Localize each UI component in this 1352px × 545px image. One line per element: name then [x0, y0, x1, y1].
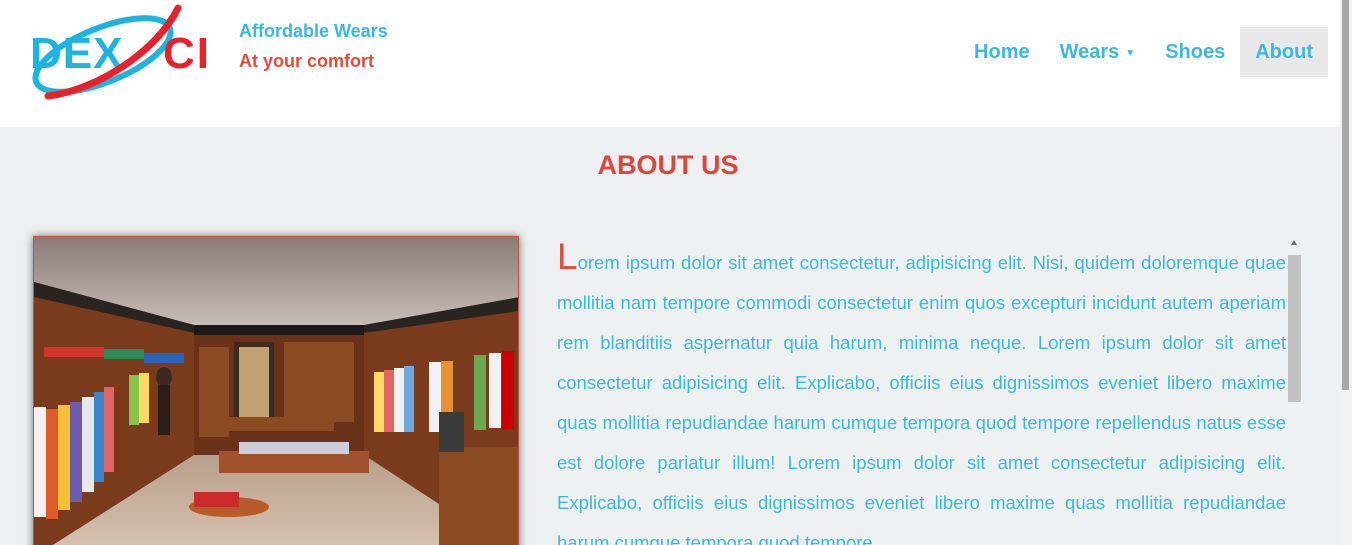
tagline-primary: Affordable Wears	[239, 21, 388, 41]
main-nav: Home Wears ▼ Shoes About	[959, 27, 1328, 77]
page-scrollbar-thumb[interactable]	[1342, 0, 1349, 390]
caret-down-icon: ▼	[1125, 48, 1136, 59]
svg-text:DEX: DEX	[30, 29, 123, 78]
brand-logo[interactable]: DEX CI	[28, 0, 233, 104]
about-text-scroll-area[interactable]: Lorem ipsum dolor sit amet consectetur, …	[557, 238, 1301, 545]
svg-text:CI: CI	[163, 29, 211, 78]
page-scrollbar[interactable]	[1340, 0, 1352, 545]
about-body: orem ipsum dolor sit amet consectetur, a…	[557, 252, 1286, 545]
nav-shoes[interactable]: Shoes	[1150, 27, 1240, 77]
site-header: DEX CI Affordable Wears At your comfort …	[0, 0, 1340, 127]
text-scrollbar[interactable]	[1288, 238, 1301, 545]
text-scrollbar-thumb[interactable]	[1288, 255, 1301, 402]
nav-wears[interactable]: Wears ▼	[1045, 27, 1151, 77]
about-text: Lorem ipsum dolor sit amet consectetur, …	[557, 238, 1286, 545]
nav-about[interactable]: About	[1240, 27, 1328, 77]
page-title: ABOUT US	[597, 150, 739, 180]
scroll-up-arrow-icon[interactable]	[1291, 240, 1297, 245]
drop-cap: L	[557, 238, 578, 277]
brand-tagline: Affordable Wears At your comfort	[239, 16, 388, 76]
tagline-secondary: At your comfort	[239, 51, 374, 71]
nav-home[interactable]: Home	[959, 27, 1045, 77]
store-interior-image	[33, 236, 519, 545]
